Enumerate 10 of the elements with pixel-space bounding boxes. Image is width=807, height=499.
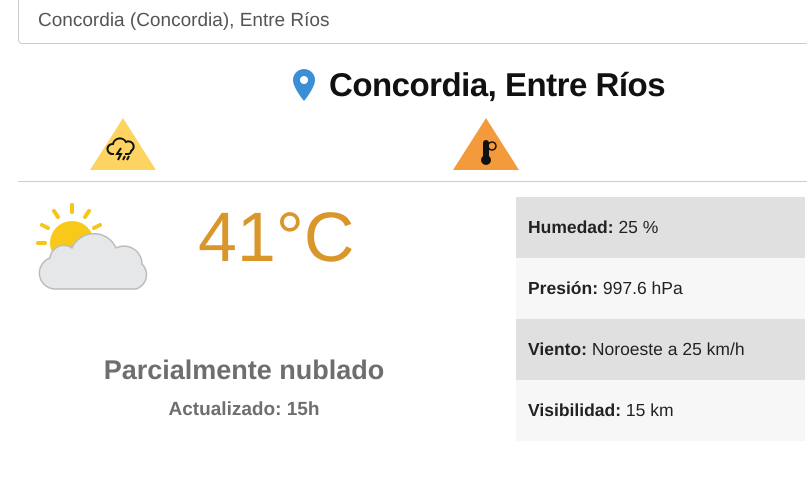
location-title: Concordia, Entre Ríos	[329, 66, 666, 104]
search-field[interactable]: Concordia (Concordia), Entre Ríos	[18, 0, 807, 44]
detail-row: Viento: Noroeste a 25 km/h	[516, 319, 805, 380]
detail-row: Visibilidad: 15 km	[516, 380, 805, 441]
location-pin-icon	[293, 69, 315, 101]
updated-time: Actualizado: 15h	[168, 399, 320, 421]
detail-row: Humedad: 25 %	[516, 197, 805, 258]
detail-row: Presión: 997.6 hPa	[516, 258, 805, 319]
weather-condition: Parcialmente nublado	[102, 355, 386, 386]
temperature: 41°C	[198, 197, 354, 277]
